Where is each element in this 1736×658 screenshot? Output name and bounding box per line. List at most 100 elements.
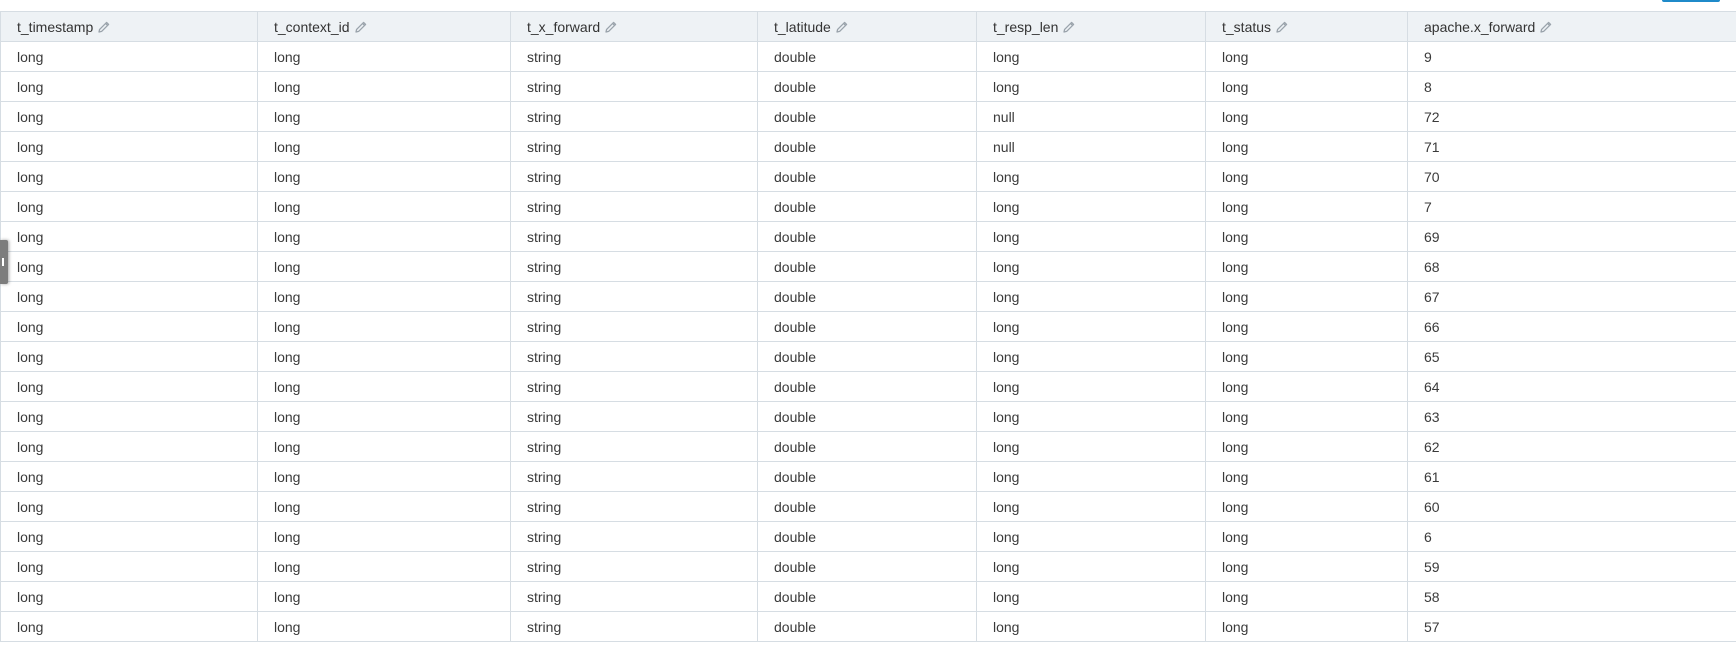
table-cell[interactable]: string [510, 491, 758, 522]
pencil-icon[interactable] [604, 20, 618, 34]
table-row[interactable]: long long string double long long 59 [0, 551, 1736, 582]
table-cell[interactable]: long [976, 341, 1206, 372]
table-row[interactable]: long long string double long long 61 [0, 461, 1736, 492]
table-cell[interactable]: long [1205, 101, 1408, 132]
table-row[interactable]: long long string double long long 6 [0, 521, 1736, 552]
table-cell[interactable]: long [257, 551, 511, 582]
table-row[interactable]: long long string double long long 68 [0, 251, 1736, 282]
table-cell[interactable]: double [757, 611, 977, 642]
column-header[interactable]: t_context_id [257, 11, 511, 42]
table-cell[interactable]: long [0, 431, 258, 462]
table-cell[interactable]: long [257, 191, 511, 222]
table-cell[interactable]: long [0, 71, 258, 102]
table-cell[interactable]: string [510, 551, 758, 582]
table-cell[interactable]: long [976, 461, 1206, 492]
table-cell[interactable]: long [257, 581, 511, 612]
table-cell[interactable]: long [257, 611, 511, 642]
table-cell[interactable]: double [757, 161, 977, 192]
table-cell[interactable]: double [757, 41, 977, 72]
table-cell[interactable]: long [976, 521, 1206, 552]
table-cell[interactable]: long [1205, 311, 1408, 342]
table-cell[interactable]: long [257, 371, 511, 402]
column-header[interactable]: t_timestamp [0, 11, 258, 42]
table-cell[interactable]: double [757, 341, 977, 372]
table-cell[interactable]: string [510, 251, 758, 282]
table-cell[interactable]: string [510, 41, 758, 72]
table-cell[interactable]: long [257, 521, 511, 552]
table-cell[interactable]: double [757, 311, 977, 342]
table-row[interactable]: long long string double long long 65 [0, 341, 1736, 372]
table-cell[interactable]: long [1205, 521, 1408, 552]
table-cell[interactable]: double [757, 191, 977, 222]
column-header[interactable]: t_resp_len [976, 11, 1206, 42]
table-cell[interactable]: long [257, 131, 511, 162]
table-cell[interactable]: 67 [1407, 281, 1736, 312]
table-cell[interactable]: long [0, 101, 258, 132]
table-cell[interactable]: long [1205, 221, 1408, 252]
table-cell[interactable]: 60 [1407, 491, 1736, 522]
table-cell[interactable]: long [0, 491, 258, 522]
table-cell[interactable]: double [757, 461, 977, 492]
table-cell[interactable]: double [757, 551, 977, 582]
table-cell[interactable]: long [0, 311, 258, 342]
table-row[interactable]: long long string double long long 62 [0, 431, 1736, 462]
table-cell[interactable]: long [1205, 161, 1408, 192]
table-cell[interactable]: string [510, 191, 758, 222]
table-cell[interactable]: long [1205, 581, 1408, 612]
table-cell[interactable]: long [0, 371, 258, 402]
table-cell[interactable]: long [257, 251, 511, 282]
table-cell[interactable]: long [257, 71, 511, 102]
pencil-icon[interactable] [354, 20, 368, 34]
table-cell[interactable]: long [257, 221, 511, 252]
table-cell[interactable]: double [757, 371, 977, 402]
table-row[interactable]: long long string double long long 58 [0, 581, 1736, 612]
table-cell[interactable]: 7 [1407, 191, 1736, 222]
table-cell[interactable]: long [0, 161, 258, 192]
table-row[interactable]: long long string double long long 7 [0, 191, 1736, 222]
table-cell[interactable]: long [976, 311, 1206, 342]
table-cell[interactable]: 62 [1407, 431, 1736, 462]
table-cell[interactable]: long [1205, 251, 1408, 282]
table-cell[interactable]: long [257, 461, 511, 492]
table-cell[interactable]: null [976, 131, 1206, 162]
table-cell[interactable]: long [0, 521, 258, 552]
table-cell[interactable]: double [757, 281, 977, 312]
table-cell[interactable]: string [510, 101, 758, 132]
table-cell[interactable]: 61 [1407, 461, 1736, 492]
table-cell[interactable]: long [257, 341, 511, 372]
table-row[interactable]: long long string double long long 9 [0, 41, 1736, 72]
pencil-icon[interactable] [1539, 20, 1553, 34]
table-cell[interactable]: string [510, 341, 758, 372]
table-row[interactable]: long long string double long long 67 [0, 281, 1736, 312]
table-cell[interactable]: long [0, 461, 258, 492]
table-cell[interactable]: string [510, 131, 758, 162]
table-cell[interactable]: long [0, 611, 258, 642]
table-cell[interactable]: long [1205, 401, 1408, 432]
table-cell[interactable]: double [757, 131, 977, 162]
table-cell[interactable]: long [976, 281, 1206, 312]
table-cell[interactable]: long [257, 311, 511, 342]
table-cell[interactable]: 72 [1407, 101, 1736, 132]
table-cell[interactable]: long [976, 161, 1206, 192]
table-cell[interactable]: long [0, 551, 258, 582]
table-row[interactable]: long long string double long long 69 [0, 221, 1736, 252]
table-cell[interactable]: long [0, 341, 258, 372]
table-cell[interactable]: 8 [1407, 71, 1736, 102]
table-cell[interactable]: long [1205, 41, 1408, 72]
column-header[interactable]: t_latitude [757, 11, 977, 42]
table-cell[interactable]: long [0, 221, 258, 252]
table-cell[interactable]: 65 [1407, 341, 1736, 372]
table-cell[interactable]: long [0, 281, 258, 312]
side-panel-handle[interactable] [0, 240, 8, 284]
table-cell[interactable]: string [510, 401, 758, 432]
table-cell[interactable]: string [510, 521, 758, 552]
table-cell[interactable]: double [757, 401, 977, 432]
table-cell[interactable]: 57 [1407, 611, 1736, 642]
table-cell[interactable]: long [976, 371, 1206, 402]
toolbar-button-edge[interactable] [1662, 0, 1720, 2]
pencil-icon[interactable] [1275, 20, 1289, 34]
table-cell[interactable]: double [757, 431, 977, 462]
table-cell[interactable]: double [757, 491, 977, 522]
table-cell[interactable]: string [510, 71, 758, 102]
table-cell[interactable]: long [257, 281, 511, 312]
